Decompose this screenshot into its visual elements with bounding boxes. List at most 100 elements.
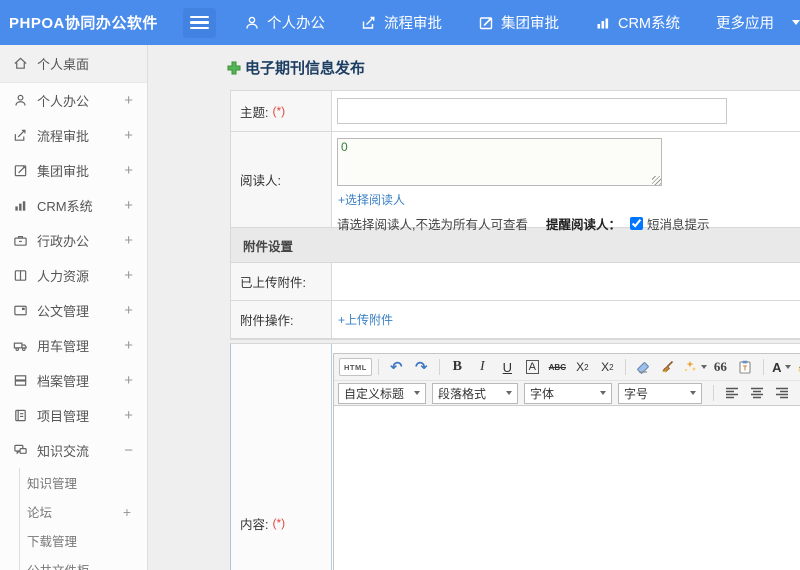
sidebar-subitem-public-cabinet[interactable]: 公共文件柜 (20, 555, 147, 570)
sidebar-subitem-download-mgmt[interactable]: 下载管理 (20, 526, 147, 555)
font-color-button[interactable]: A (770, 356, 793, 378)
chevron-down-icon (690, 391, 696, 395)
app-brand: PHPOA协同办公软件 (9, 15, 158, 32)
publish-form: 主题: (*) 阅读人: 0 +选择阅读人 请选择阅读人,不选为所有人可查看 提… (230, 90, 800, 340)
sidebar-item-admin-office[interactable]: 行政办公 + (0, 223, 147, 258)
readers-hint: 请选择阅读人,不选为所有人可查看 (337, 218, 528, 232)
sidebar: 个人桌面 个人办公 + 流程审批 + 集团审批 + CRM系统 + 行政办公 +… (0, 45, 148, 570)
readers-textarea[interactable]: 0 (337, 138, 662, 186)
sidebar-item-crm[interactable]: CRM系统 + (0, 188, 147, 223)
rich-text-editor: HTML ↶ ↷ B I U A ABC X2 X2 66 T A 自定义标题 … (333, 353, 800, 570)
undo-icon[interactable]: ↶ (385, 356, 408, 378)
attachment-operation-row: 附件操作: +上传附件 (231, 301, 800, 339)
expand-icon[interactable]: + (124, 197, 133, 214)
bold-button[interactable]: B (446, 356, 469, 378)
resize-grip[interactable] (652, 176, 661, 185)
page-title: 电子期刊信息发布 (227, 57, 365, 78)
chevron-down-icon (600, 391, 606, 395)
sidebar-item-archive-mgmt[interactable]: 档案管理 + (0, 363, 147, 398)
sidebar-item-knowledge-exchange[interactable]: 知识交流 − (0, 433, 147, 468)
sidebar-item-desktop[interactable]: 个人桌面 (0, 45, 147, 83)
chat-icon (14, 444, 27, 455)
sidebar-item-group-approval[interactable]: 集团审批 + (0, 153, 147, 188)
user-icon (15, 94, 26, 106)
expand-icon[interactable]: + (124, 337, 133, 354)
align-center-icon[interactable] (745, 382, 768, 404)
italic-button[interactable]: I (471, 356, 494, 378)
sidebar-item-workflow-approval[interactable]: 流程审批 + (0, 118, 147, 153)
hamburger-menu-icon[interactable] (183, 7, 216, 38)
superscript-button[interactable]: X2 (571, 356, 594, 378)
expand-icon[interactable]: + (124, 127, 133, 144)
uploaded-attachments-label: 已上传附件: (231, 263, 332, 300)
quick-format-wand-icon[interactable] (682, 356, 707, 378)
upload-attachment-link[interactable]: +上传附件 (338, 311, 393, 328)
sidebar-item-document-mgmt[interactable]: 公文管理 + (0, 293, 147, 328)
readers-row: 阅读人: 0 +选择阅读人 请选择阅读人,不选为所有人可查看 提醒阅读人： 短消… (231, 132, 800, 232)
select-readers-link[interactable]: +选择阅读人 (338, 191, 405, 208)
html-source-button[interactable]: HTML (339, 358, 372, 376)
knowledge-submenu: 知识管理 论坛 + 下载管理 公共文件柜 (19, 468, 147, 570)
paste-icon[interactable]: T (734, 356, 757, 378)
align-justify-icon[interactable] (795, 382, 800, 404)
sms-remind-checkbox[interactable] (630, 217, 643, 230)
book-icon (14, 270, 27, 281)
remove-format-eraser-icon[interactable] (632, 356, 655, 378)
align-left-icon[interactable] (720, 382, 743, 404)
expand-icon[interactable]: + (124, 162, 133, 179)
svg-text:T: T (743, 366, 748, 373)
sidebar-subitem-knowledge-mgmt[interactable]: 知识管理 (20, 468, 147, 497)
app-header: PHPOA协同办公软件 个人办公 流程审批 集团审批 CRM系统 更多应用 (0, 0, 800, 45)
format-brush-icon[interactable] (657, 356, 680, 378)
redo-icon[interactable]: ↷ (410, 356, 433, 378)
readers-label: 阅读人: (231, 132, 332, 227)
expand-icon[interactable]: + (123, 504, 131, 520)
nav-more-apps[interactable]: 更多应用 (716, 12, 774, 33)
home-icon (14, 57, 27, 69)
expand-icon[interactable]: + (124, 302, 133, 319)
chevron-down-icon (784, 365, 791, 369)
font-size-dropdown[interactable]: 字号 (618, 382, 702, 404)
sidebar-item-vehicle-mgmt[interactable]: 用车管理 + (0, 328, 147, 363)
chevron-down-icon (414, 391, 420, 395)
font-family-dropdown[interactable]: 字体 (524, 382, 612, 404)
nav-workflow-approval[interactable]: 流程审批 (361, 12, 442, 33)
expand-icon[interactable]: + (124, 92, 133, 109)
editor-toolbar-row2: 自定义标题 段落格式 字体 字号 (334, 380, 800, 406)
nav-personal-office[interactable]: 个人办公 (244, 12, 325, 33)
blockquote-button[interactable]: 66 (709, 356, 732, 378)
paragraph-format-dropdown[interactable]: 段落格式 (432, 382, 518, 404)
sidebar-item-project-mgmt[interactable]: 项目管理 + (0, 398, 147, 433)
required-mark: (*) (272, 104, 286, 118)
document-icon (14, 305, 27, 316)
bar-chart-icon (595, 15, 611, 31)
editor-content-area[interactable] (334, 406, 800, 570)
nav-group-approval[interactable]: 集团审批 (478, 12, 559, 33)
user-icon (244, 15, 260, 31)
subject-input[interactable] (337, 98, 727, 124)
sms-remind-label: 短消息提示 (647, 218, 710, 232)
subject-row: 主题: (*) (231, 91, 800, 132)
expand-icon[interactable]: + (124, 407, 133, 424)
expand-icon[interactable]: + (124, 267, 133, 284)
subscript-button[interactable]: X2 (596, 356, 619, 378)
heading-style-dropdown[interactable]: 自定义标题 (338, 382, 426, 404)
sidebar-item-personal-office[interactable]: 个人办公 + (0, 83, 147, 118)
briefcase-icon (14, 235, 27, 246)
underline-button[interactable]: U (496, 356, 519, 378)
workflow-icon (14, 129, 26, 141)
collapse-icon[interactable]: − (124, 442, 133, 459)
strikethrough-button[interactable]: ABC (546, 356, 569, 378)
chevron-down-icon[interactable] (792, 20, 800, 25)
edit-icon (14, 165, 27, 177)
expand-icon[interactable]: + (124, 372, 133, 389)
nav-crm-system[interactable]: CRM系统 (595, 12, 680, 33)
font-style-button[interactable]: A (521, 356, 544, 378)
bar-chart-icon (15, 201, 26, 211)
sidebar-item-hr[interactable]: 人力资源 + (0, 258, 147, 293)
workflow-icon (361, 15, 377, 31)
sidebar-subitem-forum[interactable]: 论坛 + (20, 497, 147, 526)
expand-icon[interactable]: + (124, 232, 133, 249)
align-right-icon[interactable] (770, 382, 793, 404)
highlight-color-button[interactable] (795, 356, 800, 378)
